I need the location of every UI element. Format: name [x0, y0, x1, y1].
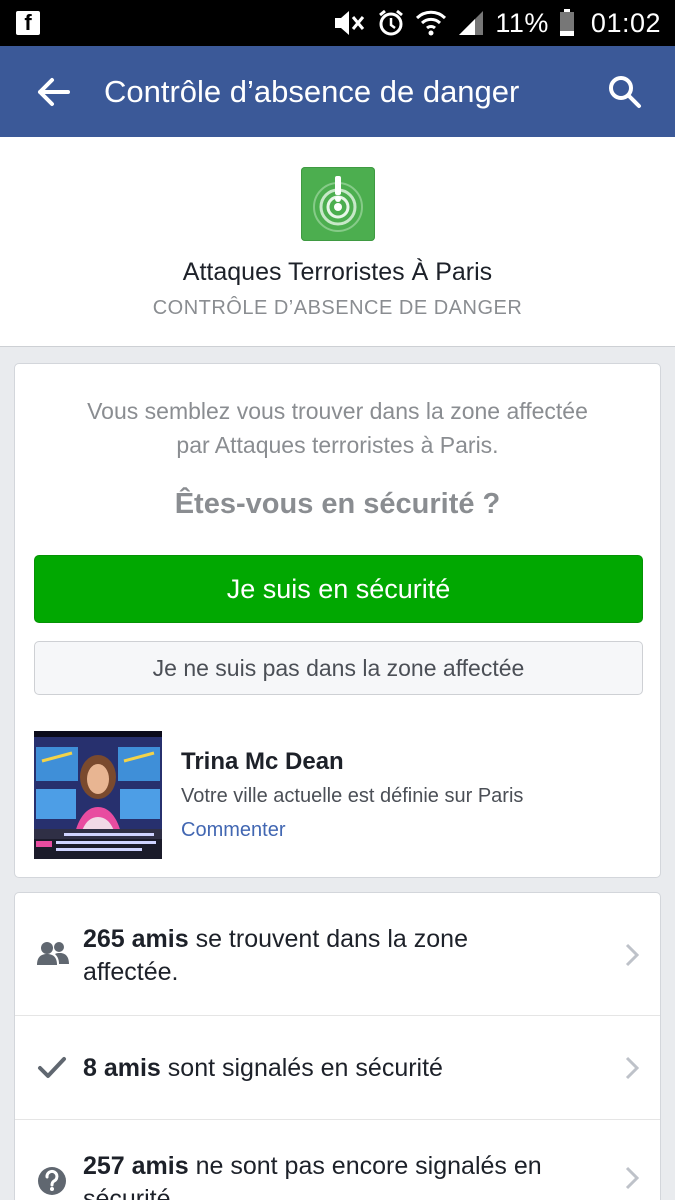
facebook-notification-icon: f	[16, 11, 40, 35]
safety-check-header: Attaques Terroristes À Paris CONTRÔLE D’…	[0, 137, 675, 347]
comment-link[interactable]: Commenter	[181, 819, 285, 842]
post-thumbnail[interactable]	[34, 731, 162, 859]
mute-icon	[335, 11, 365, 35]
wifi-icon	[416, 10, 447, 36]
chevron-right-icon	[625, 1056, 639, 1080]
friends-safe-row[interactable]: 8 amis sont signalés en sécurité	[15, 1016, 660, 1120]
clock: 01:02	[590, 7, 661, 38]
friends-safe-line1: sont signalés en sécurité	[160, 1054, 443, 1082]
status-bar: f 11% 01:02	[0, 0, 675, 46]
post-text: Votre ville actuelle est définie sur Par…	[181, 785, 524, 807]
app-bar: Contrôle d’absence de danger	[0, 46, 675, 137]
not-in-area-label: Je ne suis pas dans la zone affectée	[152, 654, 525, 681]
not-in-area-button[interactable]: Je ne suis pas dans la zone affectée	[34, 641, 643, 695]
friends-status-card: 265 amis se trouvent dans la zone affect…	[14, 892, 661, 1200]
friends-in-area-line2: affectée.	[83, 958, 179, 986]
page-title: Contrôle d’absence de danger	[104, 73, 520, 109]
alarm-icon	[379, 9, 404, 36]
safety-card: Vous semblez vous trouver dans la zone a…	[14, 363, 661, 878]
friends-safe-text: 8 amis sont signalés en sécurité	[83, 1052, 613, 1085]
safety-message-line2: par Attaques terroristes à Paris.	[176, 432, 499, 458]
checkmark-icon	[38, 1057, 66, 1078]
chevron-right-icon	[625, 1166, 639, 1190]
search-icon	[609, 75, 641, 108]
i-am-safe-label: Je suis en sécurité	[226, 573, 451, 604]
safety-message: Vous semblez vous trouver dans la zone a…	[15, 394, 660, 462]
post-author-name[interactable]: Trina Mc Dean	[181, 748, 344, 776]
safety-message-line1: Vous semblez vous trouver dans la zone a…	[87, 398, 588, 424]
back-arrow-icon	[38, 77, 70, 106]
event-subtitle: CONTRÔLE D’ABSENCE DE DANGER	[152, 297, 523, 319]
friends-not-reported-count: 257 amis	[83, 1152, 189, 1180]
battery-icon	[559, 9, 574, 36]
friends-not-reported-text: 257 amis ne sont pas encore signalés en …	[83, 1150, 613, 1200]
safety-question: Êtes-vous en sécurité ?	[174, 488, 501, 520]
safety-check-icon	[301, 167, 375, 241]
friends-not-reported-row[interactable]: 257 amis ne sont pas encore signalés en …	[15, 1120, 660, 1200]
friends-safe-count: 8 amis	[83, 1054, 161, 1082]
signal-icon	[459, 11, 484, 35]
friends-not-reported-line1: ne sont pas encore signalés en	[188, 1152, 542, 1180]
question-icon	[38, 1167, 66, 1195]
battery-percent: 11%	[495, 7, 549, 38]
friends-in-area-line1: se trouvent dans la zone	[188, 925, 468, 953]
i-am-safe-button[interactable]: Je suis en sécurité	[34, 555, 643, 623]
friends-icon	[37, 942, 69, 965]
friends-not-reported-line2: sécurité.	[83, 1185, 178, 1200]
friends-in-area-row[interactable]: 265 amis se trouvent dans la zone affect…	[15, 893, 660, 1016]
friends-in-area-text: 265 amis se trouvent dans la zone affect…	[83, 923, 613, 989]
search-button[interactable]	[575, 46, 675, 137]
friends-in-area-count: 265 amis	[83, 925, 189, 953]
back-button[interactable]	[0, 46, 104, 137]
chevron-right-icon	[625, 943, 639, 967]
event-title: Attaques Terroristes À Paris	[182, 258, 493, 286]
